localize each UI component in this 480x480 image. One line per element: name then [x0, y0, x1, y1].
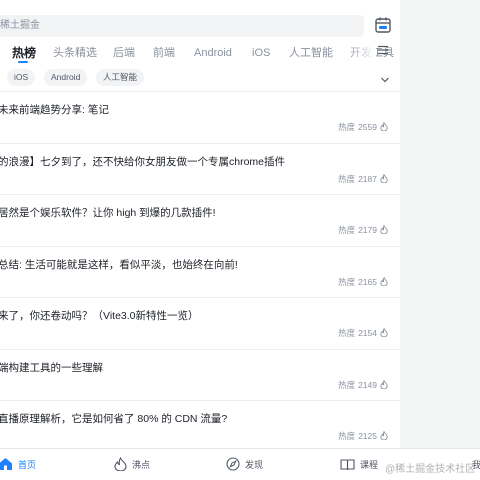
tabbar-discover[interactable]: 发现 — [226, 457, 263, 473]
book-icon — [340, 459, 355, 471]
tabbar-home[interactable]: 首页 — [0, 457, 36, 473]
article-item[interactable]: 居然是个娱乐软件？让你 high 到爆的几款插件! 热度 2179 — [0, 195, 400, 247]
heat-value: 2179 — [358, 225, 377, 235]
flame-icon — [380, 327, 388, 338]
tabbar-hot[interactable]: 沸点 — [114, 456, 151, 473]
tab-frontend[interactable]: 前端 — [153, 45, 175, 61]
article-title: 来了，你还卷动吗？（Vite3.0新特性一览） — [0, 310, 199, 322]
heat-label: 热度 — [338, 173, 356, 184]
tabbar-course-label: 课程 — [360, 460, 379, 470]
article-heat: 热度 2187 — [338, 173, 388, 185]
chip-ios[interactable]: iOS — [7, 69, 36, 86]
article-item[interactable]: 来了，你还卷动吗？（Vite3.0新特性一览） 热度 2154 — [0, 298, 400, 350]
search-placeholder: 稀土掘金 — [0, 20, 40, 31]
menu-icon — [378, 45, 388, 55]
heat-label: 热度 — [338, 379, 356, 390]
watermark: @稀土掘金技术社区 — [385, 464, 476, 475]
flame-icon — [380, 276, 388, 286]
heat-value: 2149 — [358, 379, 377, 390]
article-title: 居然是个娱乐软件？让你 high 到爆的几款插件! — [0, 207, 216, 219]
article-title: 端构建工具的一些理解 — [0, 361, 103, 374]
heat-value: 2559 — [358, 122, 377, 132]
article-heat: 热度 2179 — [338, 224, 388, 236]
heat-value: 2125 — [358, 431, 377, 441]
article-heat: 热度 2149 — [338, 379, 388, 391]
home-icon — [0, 458, 12, 470]
tabs-menu-button[interactable] — [377, 44, 391, 60]
article-item[interactable]: 直播原理解析，它是如何省了 80% 的 CDN 流量? 热度 2125 — [0, 401, 400, 453]
tab-headlines[interactable]: 头条精选 — [53, 45, 97, 61]
header: 稀土掘金 热榜 头条精选 后端 前端 Android iOS 人工智能 开发工具… — [0, 0, 400, 92]
flame-icon — [380, 173, 388, 183]
chip-android[interactable]: Android — [44, 69, 88, 86]
article-heat: 热度 2125 — [338, 430, 388, 442]
heat-value: 2154 — [358, 328, 377, 338]
flame-icon — [380, 121, 388, 132]
heat-label: 热度 — [338, 431, 356, 441]
calendar-checkin-button[interactable] — [374, 16, 392, 34]
article-item[interactable]: 总结: 生活可能就是这样，看似平淡，也始终在向前! 热度 2165 — [0, 246, 400, 298]
tab-ai[interactable]: 人工智能 — [289, 45, 333, 61]
article-title: 直播原理解析，它是如何省了 80% 的 CDN 流量? — [0, 413, 228, 425]
active-tab-indicator — [18, 61, 28, 63]
tab-ios[interactable]: iOS — [252, 45, 270, 61]
compass-icon — [226, 457, 240, 471]
article-title: 未来前端趋势分享: 笔记 — [0, 104, 109, 116]
sub-category-chips: iOS Android 人工智能 — [0, 69, 400, 89]
tabbar-discover-label: 发现 — [245, 460, 264, 470]
heat-value: 2165 — [358, 276, 377, 287]
search-input[interactable]: 稀土掘金 — [0, 15, 364, 37]
flame-icon — [380, 430, 388, 441]
heat-label: 热度 — [338, 276, 356, 287]
calendar-icon — [375, 17, 391, 33]
article-item[interactable]: 未来前端趋势分享: 笔记 热度 2559 — [0, 92, 400, 144]
heat-label: 热度 — [338, 225, 356, 235]
tab-android[interactable]: Android — [194, 45, 232, 61]
category-tabs: 热榜 头条精选 后端 前端 Android iOS 人工智能 开发工具 — [0, 45, 400, 65]
tabbar-course[interactable]: 课程 — [340, 457, 378, 473]
tabs-fade — [346, 42, 376, 64]
heat-value: 2187 — [358, 173, 377, 184]
tab-hot[interactable]: 热榜 — [12, 45, 36, 61]
article-title: 总结: 生活可能就是这样，看似平淡，也始终在向前! — [0, 258, 238, 271]
article-heat: 热度 2165 — [338, 276, 388, 288]
tabbar-home-label: 首页 — [18, 460, 37, 470]
flame-icon — [114, 456, 127, 472]
tab-backend[interactable]: 后端 — [113, 45, 135, 61]
heat-label: 热度 — [338, 328, 356, 338]
flame-icon — [380, 379, 388, 389]
chip-ai[interactable]: 人工智能 — [96, 69, 145, 86]
chevron-down-icon — [381, 77, 389, 83]
article-heat: 热度 2559 — [338, 121, 388, 133]
heat-label: 热度 — [338, 122, 356, 132]
article-item[interactable]: 端构建工具的一些理解 热度 2149 — [0, 349, 400, 401]
article-item[interactable]: 的浪漫】七夕到了，还不快给你女朋友做一个专属chrome插件 热度 2187 — [0, 143, 400, 195]
article-title: 的浪漫】七夕到了，还不快给你女朋友做一个专属chrome插件 — [0, 155, 286, 168]
chips-expand-button[interactable] — [380, 72, 390, 83]
article-list: 未来前端趋势分享: 笔记 热度 2559 的浪漫】七夕到了，还不快给你女朋友做一个… — [0, 92, 400, 453]
article-heat: 热度 2154 — [338, 327, 388, 339]
flame-icon — [380, 224, 388, 235]
tabbar-hot-label: 沸点 — [132, 460, 151, 470]
